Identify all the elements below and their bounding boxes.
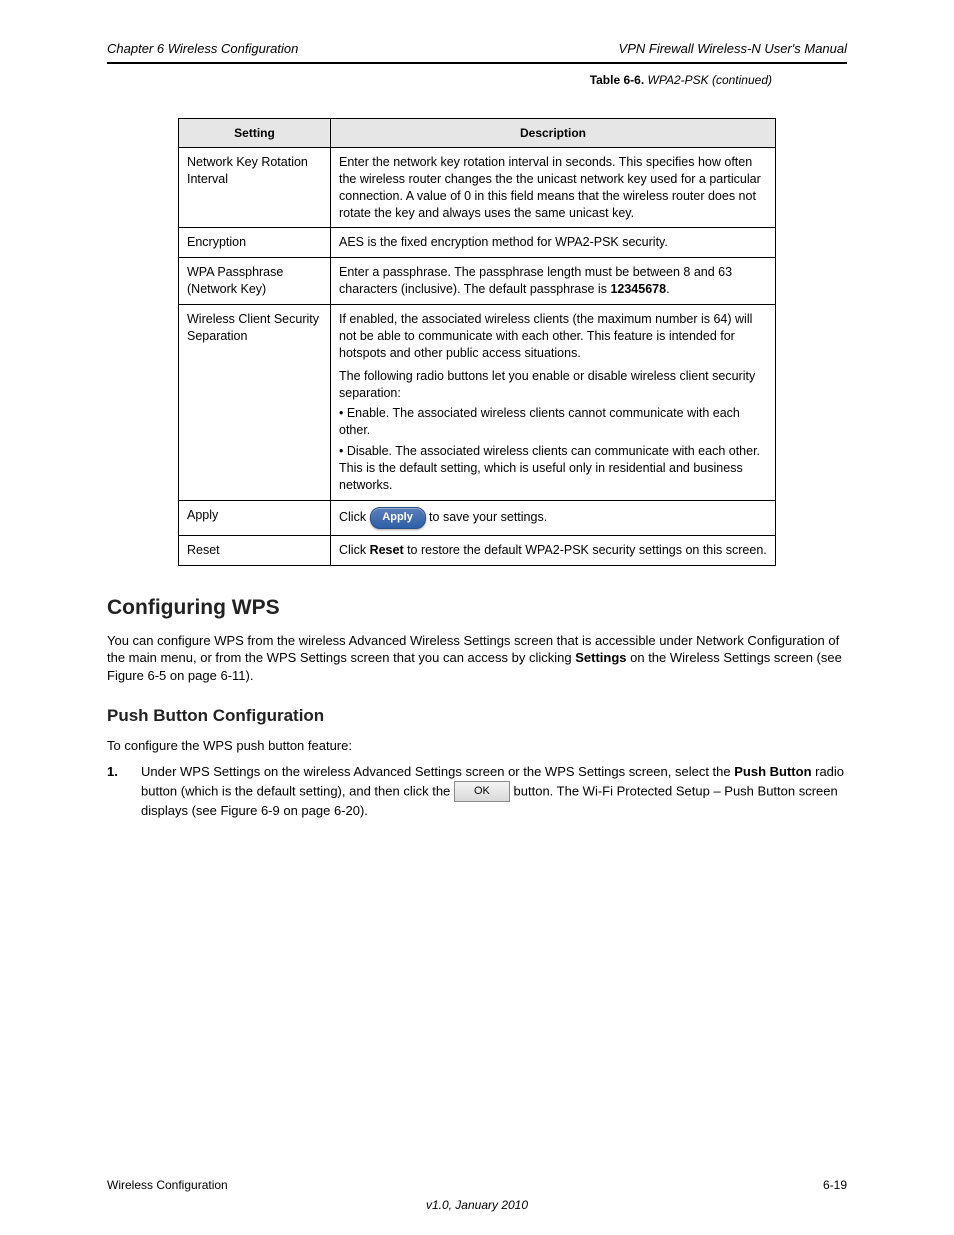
desc-pre: Click bbox=[339, 510, 370, 524]
row-label: Wireless Client Security Separation bbox=[179, 305, 331, 501]
desc-b1: • Enable. The associated wireless client… bbox=[339, 405, 767, 439]
apply-button[interactable]: Apply bbox=[370, 507, 426, 529]
row-desc: Click Reset to restore the default WPA2-… bbox=[331, 535, 776, 565]
row-desc: AES is the fixed encryption method for W… bbox=[331, 228, 776, 258]
desc-pre: Enter a passphrase. The passphrase lengt… bbox=[339, 265, 732, 296]
row-label: Encryption bbox=[179, 228, 331, 258]
footer-version: v1.0, January 2010 bbox=[107, 1197, 847, 1213]
row-label: Apply bbox=[179, 500, 331, 535]
para-wps-intro: You can configure WPS from the wireless … bbox=[107, 632, 847, 685]
table-row: Reset Click Reset to restore the default… bbox=[179, 535, 776, 565]
step-bold: Push Button bbox=[734, 764, 811, 779]
header-chapter: Chapter 6 Wireless Configuration bbox=[107, 40, 298, 58]
heading-push-button: Push Button Configuration bbox=[107, 705, 847, 728]
table-row: Encryption AES is the fixed encryption m… bbox=[179, 228, 776, 258]
header-manual: VPN Firewall Wireless-N User's Manual bbox=[619, 40, 847, 58]
row-desc: If enabled, the associated wireless clie… bbox=[331, 305, 776, 501]
p1-bold: Settings bbox=[575, 650, 626, 665]
row-desc: Enter the network key rotation interval … bbox=[331, 147, 776, 228]
col-setting: Setting bbox=[179, 118, 331, 147]
step-1: 1. Under WPS Settings on the wireless Ad… bbox=[107, 763, 847, 820]
desc-pre: Click bbox=[339, 543, 370, 557]
header-rule bbox=[107, 62, 847, 64]
desc-post: to restore the default WPA2-PSK security… bbox=[404, 543, 767, 557]
ok-button[interactable]: OK bbox=[454, 781, 510, 803]
table-row: Wireless Client Security Separation If e… bbox=[179, 305, 776, 501]
desc-bold: Reset bbox=[370, 543, 404, 557]
desc-p2: The following radio buttons let you enab… bbox=[339, 368, 767, 402]
settings-table: Setting Description Network Key Rotation… bbox=[178, 118, 776, 566]
row-desc: Enter a passphrase. The passphrase lengt… bbox=[331, 258, 776, 305]
table-row: Network Key Rotation Interval Enter the … bbox=[179, 147, 776, 228]
step-number: 1. bbox=[107, 763, 141, 820]
footer-right: 6-19 bbox=[823, 1177, 847, 1193]
desc-b2: • Disable. The associated wireless clien… bbox=[339, 443, 767, 494]
table-header-row: Setting Description bbox=[179, 118, 776, 147]
step-text: Under WPS Settings on the wireless Advan… bbox=[141, 763, 847, 820]
row-desc: Click Apply to save your settings. bbox=[331, 500, 776, 535]
table-caption-num: Table 6-6. bbox=[590, 73, 644, 87]
desc-post: to save your settings. bbox=[429, 510, 547, 524]
col-description: Description bbox=[331, 118, 776, 147]
table-row: Apply Click Apply to save your settings. bbox=[179, 500, 776, 535]
row-label: Network Key Rotation Interval bbox=[179, 147, 331, 228]
desc-p1: If enabled, the associated wireless clie… bbox=[339, 311, 767, 362]
row-label: WPA Passphrase (Network Key) bbox=[179, 258, 331, 305]
page-footer: Wireless Configuration 6-19 bbox=[107, 1177, 847, 1193]
heading-configure-wps: Configuring WPS bbox=[107, 594, 847, 622]
table-caption-title: WPA2-PSK (continued) bbox=[648, 73, 773, 87]
table-row: WPA Passphrase (Network Key) Enter a pas… bbox=[179, 258, 776, 305]
row-label: Reset bbox=[179, 535, 331, 565]
para-pb-intro: To configure the WPS push button feature… bbox=[107, 737, 847, 755]
step-pre: Under WPS Settings on the wireless Advan… bbox=[141, 764, 734, 779]
desc-bold: 12345678 bbox=[610, 282, 666, 296]
desc-post: . bbox=[666, 282, 669, 296]
footer-left: Wireless Configuration bbox=[107, 1177, 228, 1193]
table-caption: Table 6-6. WPA2-PSK (continued) bbox=[178, 72, 776, 88]
